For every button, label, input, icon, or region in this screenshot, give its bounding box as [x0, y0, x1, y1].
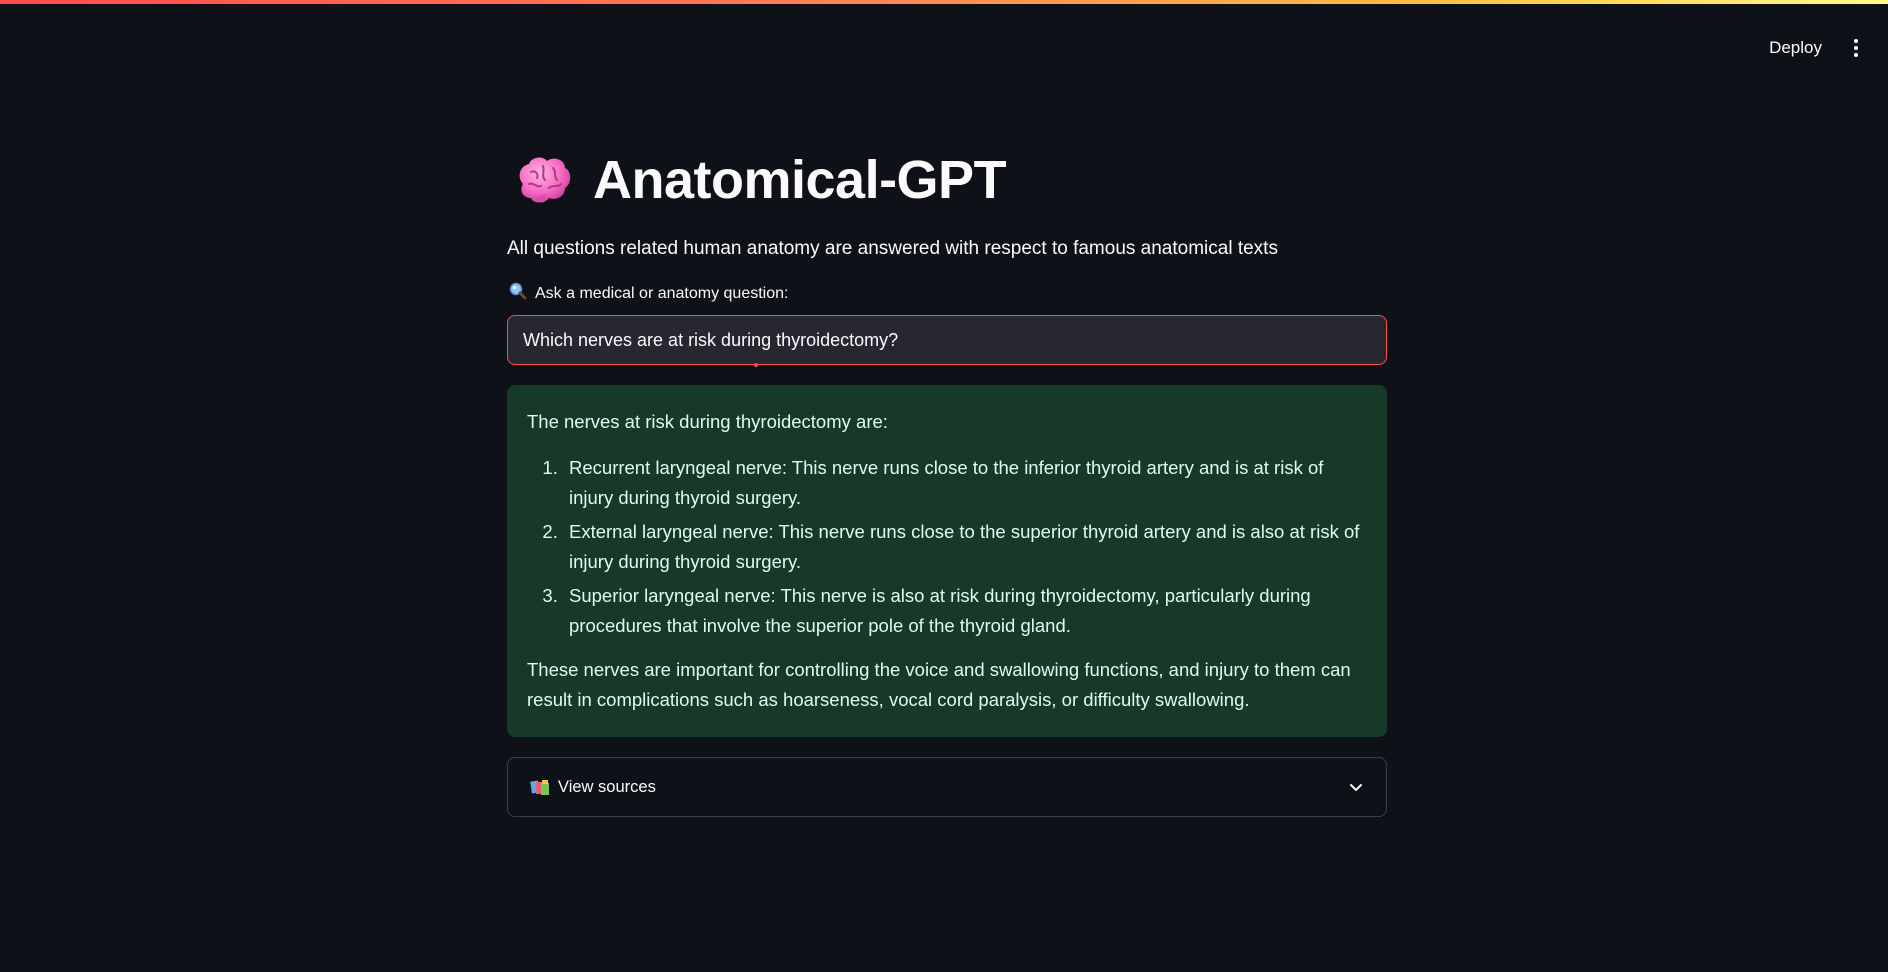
- answer-list-item: Superior laryngeal nerve: This nerve is …: [563, 581, 1367, 641]
- books-icon: [530, 778, 552, 796]
- page-title: Anatomical-GPT: [593, 150, 1007, 210]
- page-subtitle: All questions related human anatomy are …: [507, 238, 1278, 259]
- view-sources-label: View sources: [558, 777, 656, 796]
- menu-dot: [1854, 39, 1858, 43]
- answer-list-item: External laryngeal nerve: This nerve run…: [563, 517, 1367, 577]
- menu-dot: [1854, 53, 1858, 57]
- view-sources-expander[interactable]: View sources: [507, 757, 1387, 817]
- question-label: Ask a medical or anatomy question:: [535, 284, 789, 302]
- title-row: Anatomical-GPT: [507, 140, 1387, 220]
- main-content: Anatomical-GPT All questions related hum…: [507, 140, 1387, 817]
- question-input-container: [507, 315, 1387, 367]
- answer-list-item: Recurrent laryngeal nerve: This nerve ru…: [563, 453, 1367, 513]
- input-focus-indicator: [754, 363, 758, 367]
- deploy-button[interactable]: Deploy: [1761, 34, 1830, 62]
- answer-conclusion: These nerves are important for controlli…: [527, 659, 1351, 710]
- question-label-row: Ask a medical or anatomy question:: [509, 282, 1387, 305]
- magnifying-glass-icon: [509, 282, 527, 305]
- kebab-menu-icon[interactable]: [1840, 32, 1872, 64]
- menu-dot: [1854, 46, 1858, 50]
- question-input[interactable]: [508, 316, 1386, 364]
- answer-list: Recurrent laryngeal nerve: This nerve ru…: [527, 453, 1367, 641]
- brain-icon: [515, 154, 573, 206]
- chevron-down-icon[interactable]: [1348, 779, 1364, 795]
- app-header: Deploy: [0, 4, 1888, 92]
- answer-success-box: The nerves at risk during thyroidectomy …: [507, 385, 1387, 737]
- answer-intro: The nerves at risk during thyroidectomy …: [527, 411, 888, 432]
